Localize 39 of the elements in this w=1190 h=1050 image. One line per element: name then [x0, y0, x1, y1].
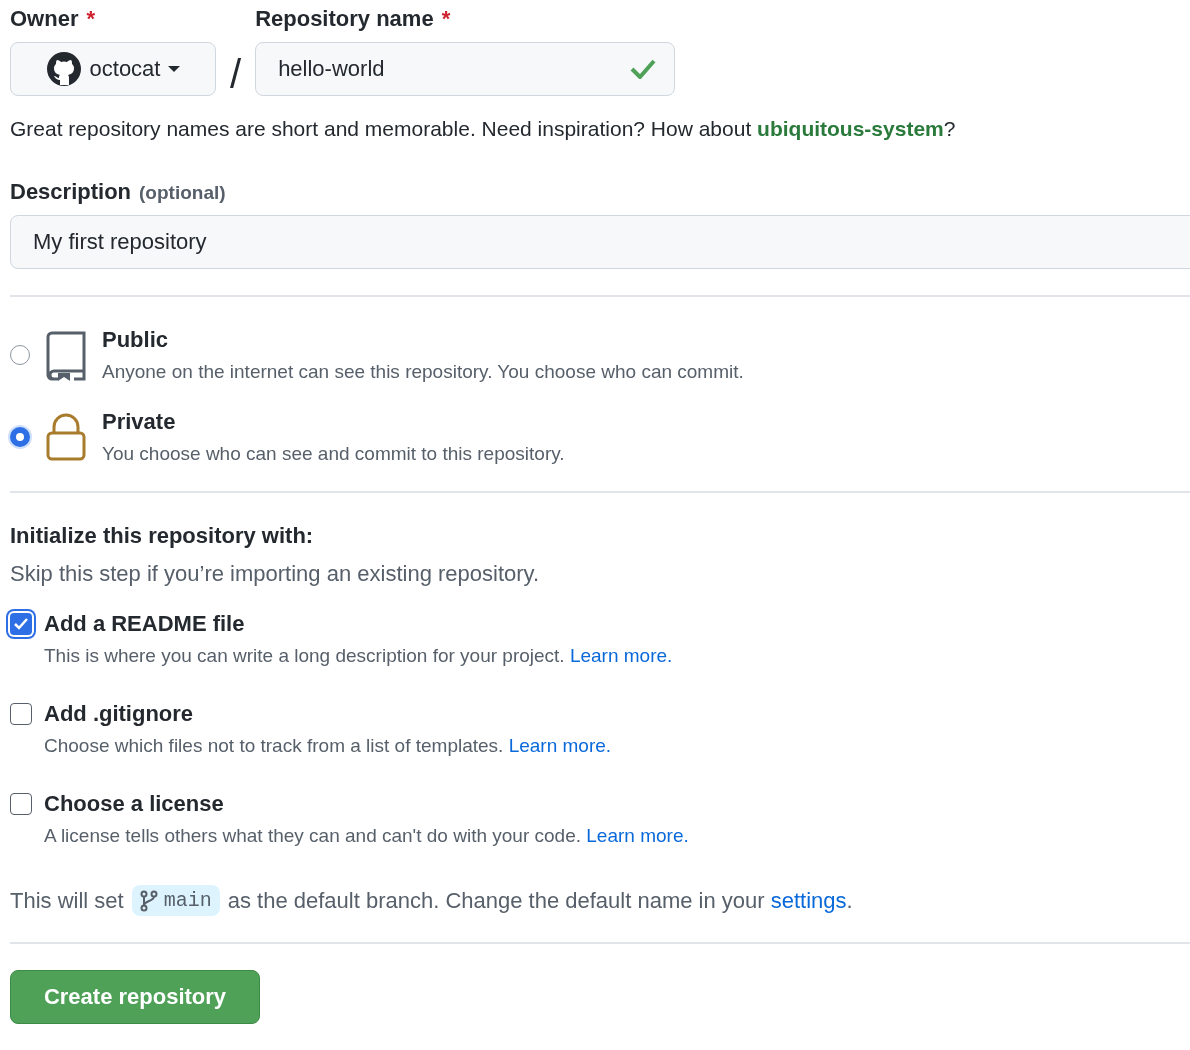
section-subtitle: Skip this step if you’re importing an existing repository. — [10, 561, 541, 587]
option-description: This is where you can write a long description for your project. Learn more. — [44, 645, 673, 667]
owner-label: Owner * — [10, 6, 97, 32]
option-label: Choose a license — [44, 791, 225, 817]
visibility-radio[interactable] — [10, 427, 30, 447]
repository-name-label: Repository name * — [255, 6, 452, 32]
visibility-description: Anyone on the internet can see this repository. You choose who can commit. — [102, 361, 744, 383]
branch-text: as the default branch. Change the default name in your settings. — [227, 887, 853, 914]
branch-icon — [139, 889, 158, 912]
section-title: Initialize this repository with: — [10, 523, 315, 549]
visibility-title: Public — [102, 327, 169, 353]
visibility-description: You choose who can see and commit to this repository. — [102, 443, 565, 465]
owner-select[interactable]: octocat — [10, 42, 216, 96]
lock-icon — [44, 411, 88, 463]
description-field[interactable]: My first repository — [10, 215, 1190, 269]
create-repository-button[interactable]: Create repository — [10, 970, 260, 1024]
option-label: Add .gitignore — [44, 701, 195, 727]
option-checkbox[interactable] — [10, 703, 32, 725]
learn-more-link[interactable]: Learn more. — [586, 825, 689, 846]
option-description: Choose which files not to track from a list of templates. Learn more. — [44, 735, 612, 757]
caret-icon — [168, 65, 181, 73]
suggestion-link[interactable]: ubiquitous-system — [757, 117, 944, 140]
branch-name: main — [131, 885, 220, 916]
visibility-title: Private — [102, 409, 177, 435]
option-checkbox[interactable] — [10, 793, 32, 815]
repository-name-field[interactable]: hello-world — [255, 42, 676, 96]
visibility-radio[interactable] — [10, 345, 30, 365]
path-separator: / — [230, 52, 242, 97]
checkmark-icon — [13, 617, 29, 631]
settings-link[interactable]: settings — [770, 887, 847, 913]
option-label: Add a README file — [44, 611, 246, 637]
option-description: A license tells others what they can and can't do with your code. Learn more. — [44, 825, 689, 847]
learn-more-link[interactable]: Learn more. — [569, 645, 673, 666]
learn-more-link[interactable]: Learn more. — [508, 735, 612, 756]
book-icon — [44, 329, 88, 381]
name-hint: Great repository names are short and memorable. Need inspiration? How about ubiquitous-system? — [10, 117, 957, 141]
branch-text: This will set — [10, 887, 124, 914]
octocat-icon — [45, 51, 82, 87]
description-label: Description (optional) — [10, 179, 227, 205]
